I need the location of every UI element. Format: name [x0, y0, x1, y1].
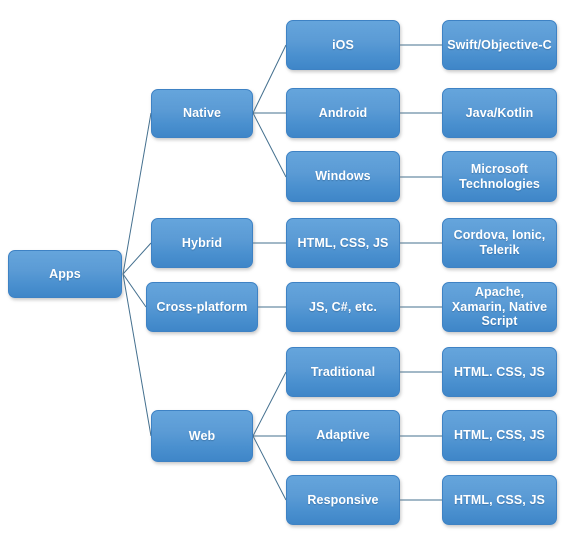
connector-apps-hybrid	[122, 242, 152, 275]
node-label-hybrid: Hybrid	[181, 235, 223, 250]
node-label-windows-lang: Microsoft Technologies	[459, 161, 540, 191]
connector-native-ios	[252, 44, 287, 114]
connector-apps-cross	[122, 273, 147, 308]
node-label-cross-frameworks: Apache, Xamarin, Native Script	[451, 284, 548, 329]
node-android[interactable]: Android	[286, 88, 400, 138]
node-label-cross-platform: Cross-platform	[156, 299, 248, 314]
node-cross-platform[interactable]: Cross-platform	[146, 282, 258, 332]
node-label-adaptive-tech: HTML, CSS, JS	[454, 428, 545, 443]
node-traditional[interactable]: Traditional	[286, 347, 400, 397]
node-cross-frameworks[interactable]: Apache, Xamarin, Native Script	[442, 282, 557, 332]
node-ios-lang[interactable]: Swift/Objective-C	[442, 20, 557, 70]
node-label-hybrid-tech: HTML, CSS, JS	[297, 235, 389, 250]
node-web[interactable]: Web	[151, 410, 253, 462]
connector-apps-native	[122, 112, 152, 275]
node-cross-tech[interactable]: JS, C#, etc.	[286, 282, 400, 332]
connector-web-traditional	[252, 371, 287, 437]
node-label-traditional: Traditional	[310, 364, 376, 379]
apps-classification-diagram: Apps Native Hybrid Cross-platform Web iOS Andr…	[0, 0, 585, 548]
node-windows-lang[interactable]: Microsoft Technologies	[442, 151, 557, 202]
node-label-apps: Apps	[49, 266, 81, 281]
connector-native-windows	[252, 112, 287, 178]
node-native[interactable]: Native	[151, 89, 253, 138]
node-label-native: Native	[182, 106, 222, 121]
node-label-traditional-tech: HTML. CSS, JS	[454, 364, 545, 379]
connector-web-responsive	[252, 435, 287, 501]
node-label-responsive-tech: HTML, CSS, JS	[454, 492, 545, 507]
node-label-windows: Windows	[315, 169, 371, 184]
node-adaptive[interactable]: Adaptive	[286, 410, 400, 461]
node-label-responsive: Responsive	[307, 492, 379, 507]
node-label-cross-tech: JS, C#, etc.	[309, 299, 377, 314]
node-label-hybrid-frameworks: Cordova, Ionic, Telerik	[453, 228, 546, 257]
node-label-web: Web	[188, 428, 216, 443]
node-apps[interactable]: Apps	[8, 250, 122, 298]
node-traditional-tech[interactable]: HTML. CSS, JS	[442, 347, 557, 397]
node-responsive-tech[interactable]: HTML, CSS, JS	[442, 475, 557, 525]
node-label-ios: iOS	[332, 37, 354, 52]
node-hybrid-frameworks[interactable]: Cordova, Ionic, Telerik	[442, 218, 557, 268]
node-hybrid[interactable]: Hybrid	[151, 218, 253, 268]
node-android-lang[interactable]: Java/Kotlin	[442, 88, 557, 138]
node-hybrid-tech[interactable]: HTML, CSS, JS	[286, 218, 400, 268]
node-label-ios-lang: Swift/Objective-C	[447, 37, 552, 52]
node-label-adaptive: Adaptive	[316, 428, 370, 443]
node-label-android: Android	[318, 105, 368, 120]
node-label-android-lang: Java/Kotlin	[465, 105, 534, 120]
node-windows[interactable]: Windows	[286, 151, 400, 202]
node-ios[interactable]: iOS	[286, 20, 400, 70]
node-adaptive-tech[interactable]: HTML, CSS, JS	[442, 410, 557, 461]
node-responsive[interactable]: Responsive	[286, 475, 400, 525]
